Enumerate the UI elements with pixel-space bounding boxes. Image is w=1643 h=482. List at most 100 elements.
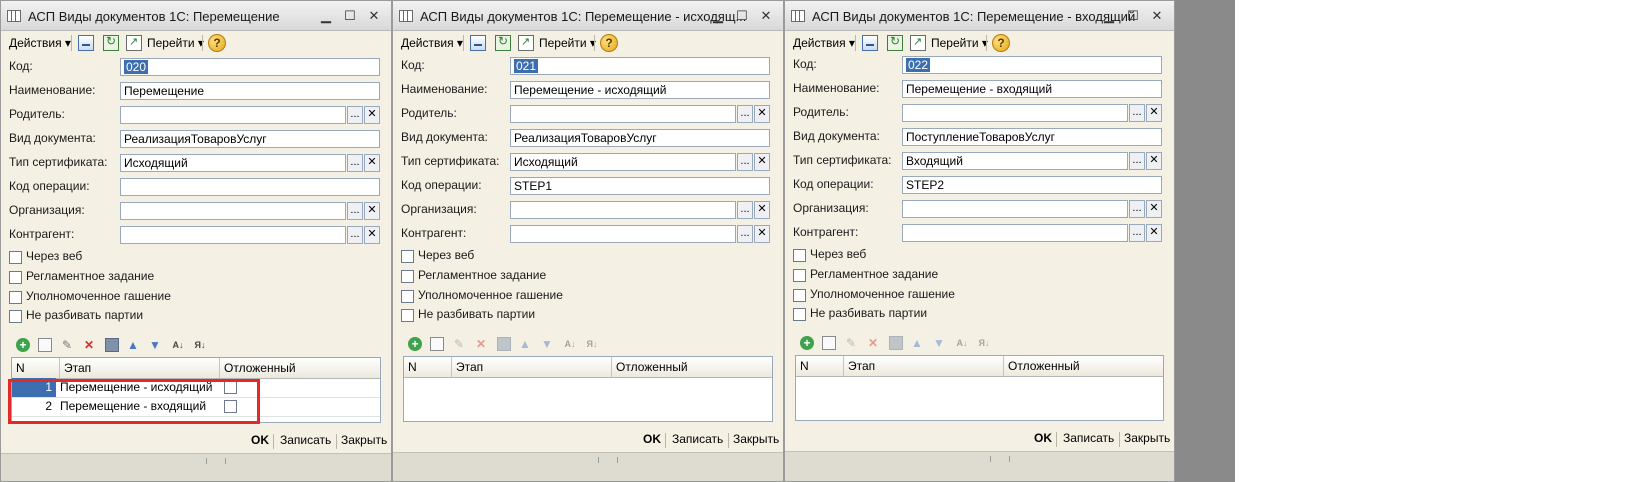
field-counterparty[interactable] bbox=[510, 225, 736, 243]
checkbox-authorized[interactable] bbox=[9, 291, 22, 304]
checkbox-web[interactable] bbox=[793, 249, 806, 262]
field-name[interactable]: Перемещение - исходящий bbox=[510, 81, 770, 99]
checkbox-authorized[interactable] bbox=[401, 290, 414, 303]
checkbox-authorized[interactable] bbox=[793, 289, 806, 302]
goto-menu-button[interactable]: Перейти ▾ bbox=[539, 34, 596, 52]
actions-menu-button[interactable]: Действия ▾ bbox=[398, 34, 466, 52]
add-row-icon[interactable]: + bbox=[16, 338, 30, 352]
add-row-icon[interactable]: + bbox=[800, 336, 814, 350]
refresh-icon[interactable] bbox=[495, 34, 511, 51]
clear-button[interactable]: ✕ bbox=[364, 154, 380, 172]
window-titlebar[interactable]: АСП Виды документов 1С: Перемещение ▁ ☐ ✕ bbox=[1, 1, 391, 31]
field-code[interactable]: 021 bbox=[510, 57, 770, 75]
actions-menu-button[interactable]: Действия ▾ bbox=[790, 34, 858, 52]
column-header-deferred[interactable]: Отложенный bbox=[220, 358, 380, 378]
document-window-2[interactable]: АСП Виды документов 1С: Перемещение - ис… bbox=[392, 0, 784, 482]
column-header-deferred[interactable]: Отложенный bbox=[612, 357, 772, 377]
select-button[interactable]: ... bbox=[1129, 152, 1145, 170]
clear-button[interactable]: ✕ bbox=[754, 225, 770, 243]
move-down-icon[interactable]: ▼ bbox=[540, 337, 554, 351]
close-button[interactable]: Закрыть bbox=[1124, 431, 1170, 445]
move-up-icon[interactable]: ▲ bbox=[910, 336, 924, 350]
copy-row-icon[interactable] bbox=[430, 337, 444, 351]
refresh-icon[interactable] bbox=[887, 34, 903, 51]
column-header-n[interactable]: N bbox=[12, 358, 60, 378]
checkbox-no_split[interactable] bbox=[9, 310, 22, 323]
select-button[interactable]: ... bbox=[737, 225, 753, 243]
navigate-list-icon[interactable] bbox=[862, 35, 878, 51]
field-parent[interactable] bbox=[902, 104, 1128, 122]
save-row-icon[interactable] bbox=[105, 338, 119, 352]
clear-button[interactable]: ✕ bbox=[754, 201, 770, 219]
clear-button[interactable]: ✕ bbox=[754, 105, 770, 123]
maximize-icon[interactable]: ☐ bbox=[339, 6, 361, 26]
close-button[interactable]: Закрыть bbox=[341, 433, 387, 447]
add-row-icon[interactable]: + bbox=[408, 337, 422, 351]
select-button[interactable]: ... bbox=[1129, 224, 1145, 242]
delete-row-icon[interactable]: ✕ bbox=[474, 337, 488, 351]
sort-ascending-icon[interactable]: A↓ bbox=[563, 337, 577, 351]
open-related-icon[interactable] bbox=[518, 35, 534, 51]
checkbox-scheduled[interactable] bbox=[9, 271, 22, 284]
field-doc_type[interactable]: ПоступлениеТоваровУслуг bbox=[902, 128, 1162, 146]
save-button[interactable]: Записать bbox=[280, 433, 331, 447]
clear-button[interactable]: ✕ bbox=[1146, 224, 1162, 242]
field-code[interactable]: 022 bbox=[902, 56, 1162, 74]
select-button[interactable]: ... bbox=[737, 153, 753, 171]
save-button[interactable]: Записать bbox=[1063, 431, 1114, 445]
field-org[interactable] bbox=[902, 200, 1128, 218]
minimize-icon[interactable]: ▁ bbox=[315, 6, 337, 26]
column-header-stage[interactable]: Этап bbox=[452, 357, 612, 377]
help-icon[interactable]: ? bbox=[992, 34, 1010, 52]
checkbox-no_split[interactable] bbox=[401, 309, 414, 322]
checkbox-web[interactable] bbox=[401, 250, 414, 263]
sort-ascending-icon[interactable]: A↓ bbox=[171, 338, 185, 352]
select-button[interactable]: ... bbox=[1129, 200, 1145, 218]
edit-row-icon[interactable]: ✎ bbox=[60, 338, 74, 352]
window-titlebar[interactable]: АСП Виды документов 1С: Перемещение - вх… bbox=[785, 1, 1174, 31]
resize-grip[interactable] bbox=[206, 458, 226, 464]
open-related-icon[interactable] bbox=[910, 35, 926, 51]
maximize-icon[interactable]: ☐ bbox=[731, 6, 753, 26]
select-button[interactable]: ... bbox=[1129, 104, 1145, 122]
goto-menu-button[interactable]: Перейти ▾ bbox=[931, 34, 988, 52]
move-down-icon[interactable]: ▼ bbox=[148, 338, 162, 352]
navigate-list-icon[interactable] bbox=[78, 35, 94, 51]
select-button[interactable]: ... bbox=[737, 201, 753, 219]
field-op_code[interactable]: STEP2 bbox=[902, 176, 1162, 194]
clear-button[interactable]: ✕ bbox=[364, 106, 380, 124]
select-button[interactable]: ... bbox=[737, 105, 753, 123]
copy-row-icon[interactable] bbox=[822, 336, 836, 350]
save-button[interactable]: Записать bbox=[672, 432, 723, 446]
delete-row-icon[interactable]: ✕ bbox=[82, 338, 96, 352]
field-doc_type[interactable]: РеализацияТоваровУслуг bbox=[510, 129, 770, 147]
field-doc_type[interactable]: РеализацияТоваровУслуг bbox=[120, 130, 380, 148]
column-header-stage[interactable]: Этап bbox=[844, 356, 1004, 376]
clear-button[interactable]: ✕ bbox=[364, 202, 380, 220]
help-icon[interactable]: ? bbox=[600, 34, 618, 52]
open-related-icon[interactable] bbox=[126, 35, 142, 51]
field-cert_type[interactable]: Входящий bbox=[902, 152, 1128, 170]
field-counterparty[interactable] bbox=[120, 226, 346, 244]
resize-grip[interactable] bbox=[598, 457, 618, 463]
column-header-stage[interactable]: Этап bbox=[60, 358, 220, 378]
select-button[interactable]: ... bbox=[347, 154, 363, 172]
field-code[interactable]: 020 bbox=[120, 58, 380, 76]
select-button[interactable]: ... bbox=[347, 106, 363, 124]
save-row-icon[interactable] bbox=[497, 337, 511, 351]
field-parent[interactable] bbox=[510, 105, 736, 123]
column-header-deferred[interactable]: Отложенный bbox=[1004, 356, 1163, 376]
sort-descending-icon[interactable]: Я↓ bbox=[193, 338, 207, 352]
help-icon[interactable]: ? bbox=[208, 34, 226, 52]
field-cert_type[interactable]: Исходящий bbox=[510, 153, 736, 171]
minimize-icon[interactable]: ▁ bbox=[1098, 6, 1120, 26]
field-parent[interactable] bbox=[120, 106, 346, 124]
navigate-list-icon[interactable] bbox=[470, 35, 486, 51]
field-op_code[interactable] bbox=[120, 178, 380, 196]
maximize-icon[interactable]: ☐ bbox=[1122, 6, 1144, 26]
field-name[interactable]: Перемещение bbox=[120, 82, 380, 100]
close-icon[interactable]: ✕ bbox=[755, 6, 777, 26]
close-icon[interactable]: ✕ bbox=[1146, 6, 1168, 26]
goto-menu-button[interactable]: Перейти ▾ bbox=[147, 34, 204, 52]
close-button[interactable]: Закрыть bbox=[733, 432, 779, 446]
